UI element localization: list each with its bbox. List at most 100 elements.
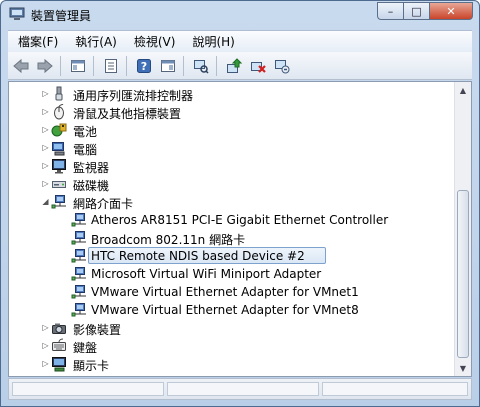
action-pane-button[interactable] xyxy=(157,55,179,77)
battery-icon xyxy=(51,123,67,137)
minimize-button[interactable]: – xyxy=(377,2,403,20)
scan-hardware-icon xyxy=(194,59,209,74)
tree-item-label: 監視器 xyxy=(73,161,110,175)
computer-icon xyxy=(52,142,65,156)
tree-item-device[interactable]: HTC Remote NDIS based Device #2 xyxy=(9,247,449,265)
tree-item-label: Microsoft Virtual WiFi Miniport Adapter xyxy=(91,267,322,281)
toolbar-separator xyxy=(93,55,94,76)
tree-item-category[interactable]: ▷ 鍵盤 xyxy=(9,337,449,355)
tree-item-label: VMware Virtual Ethernet Adapter for VMne… xyxy=(91,303,359,317)
uninstall-button[interactable] xyxy=(247,55,269,77)
tree-item-device[interactable]: Atheros AR8151 PCI-E Gigabit Ethernet Co… xyxy=(9,211,449,229)
keyboard-icon xyxy=(52,338,66,351)
network-adapter-icon xyxy=(51,195,66,209)
toolbar-separator xyxy=(183,55,184,76)
tree-item-label: 顯示卡 xyxy=(73,359,110,373)
update-driver-icon xyxy=(227,57,242,73)
tree-item-device[interactable]: VMware Virtual Ethernet Adapter for VMne… xyxy=(9,283,449,301)
menu-help[interactable]: 說明(H) xyxy=(185,33,241,50)
tree-item-label: 鍵盤 xyxy=(73,341,98,355)
expand-triangle-icon[interactable]: ▷ xyxy=(41,323,50,332)
network-adapter-icon xyxy=(71,231,86,245)
enable-device-icon xyxy=(275,59,290,73)
tree-item-device[interactable]: Broadcom 802.11n 網路卡 xyxy=(9,229,449,247)
device-manager-window: 裝置管理員 – □ ✕ 檔案(F) 執行(A) 檢視(V) 說明(H) ? ▷ … xyxy=(0,0,480,407)
expand-triangle-icon[interactable]: ▷ xyxy=(41,359,50,368)
mouse-icon xyxy=(54,104,64,120)
tree-item-label: HTC Remote NDIS based Device #2 xyxy=(91,249,305,263)
properties-icon xyxy=(105,58,117,73)
tree-item-category[interactable]: ▷ 影像裝置 xyxy=(9,319,449,337)
expand-triangle-icon[interactable]: ▷ xyxy=(41,161,50,170)
tree-item-label: 網路介面卡 xyxy=(73,197,134,211)
scroll-up-arrow[interactable]: ▲ xyxy=(455,82,471,98)
tree-item-label: 通用序列匯流排控制器 xyxy=(73,89,194,103)
tree-item-label: 電腦 xyxy=(73,143,98,157)
enable-device-button[interactable] xyxy=(271,55,293,77)
console-tree-button[interactable] xyxy=(67,55,89,77)
tree-item-label: 電池 xyxy=(73,125,98,139)
tree-item-label: Atheros AR8151 PCI-E Gigabit Ethernet Co… xyxy=(91,213,389,227)
toolbar-separator xyxy=(216,55,217,76)
tree-item-category[interactable]: ▷ 電腦 xyxy=(9,139,449,157)
properties-button[interactable] xyxy=(100,55,122,77)
toolbar: ? xyxy=(8,52,472,80)
forward-button[interactable] xyxy=(34,55,56,77)
help-button[interactable]: ? xyxy=(133,55,155,77)
menu-view[interactable]: 檢視(V) xyxy=(127,33,183,50)
status-pane xyxy=(12,382,164,396)
tree-item-device[interactable]: Microsoft Virtual WiFi Miniport Adapter xyxy=(9,265,449,283)
tree-item-category[interactable]: ▷ 電池 xyxy=(9,121,449,139)
tree-item-label: 磁碟機 xyxy=(73,179,110,193)
tree-item-category[interactable]: ▷ 滑鼠及其他指標裝置 xyxy=(9,103,449,121)
tree-item-label: 滑鼠及其他指標裝置 xyxy=(73,107,182,121)
tree-item-category[interactable]: ▷ 通用序列匯流排控制器 xyxy=(9,85,449,103)
expand-triangle-icon[interactable]: ▷ xyxy=(41,179,50,188)
toolbar-separator xyxy=(60,55,61,76)
back-arrow-icon xyxy=(13,58,29,73)
tree-item-category[interactable]: ◢ 網路介面卡 xyxy=(9,193,449,211)
device-manager-icon xyxy=(9,7,25,20)
monitor-icon xyxy=(52,159,66,174)
help-icon: ? xyxy=(137,58,151,73)
scan-hardware-button[interactable] xyxy=(190,55,212,77)
expand-triangle-icon[interactable]: ▷ xyxy=(41,143,50,152)
close-button[interactable]: ✕ xyxy=(429,2,473,20)
window-title: 裝置管理員 xyxy=(31,9,92,23)
update-driver-button[interactable] xyxy=(223,55,245,77)
menu-file[interactable]: 檔案(F) xyxy=(11,33,65,50)
toolbar-separator xyxy=(126,55,127,76)
network-adapter-icon xyxy=(71,267,86,281)
vertical-scrollbar[interactable]: ▲ ▼ xyxy=(454,82,471,376)
expand-triangle-icon[interactable]: ▷ xyxy=(41,125,50,134)
network-adapter-icon xyxy=(71,285,86,299)
tree-item-category[interactable]: ▷ 監視器 xyxy=(9,157,449,175)
show-hide-console-tree-icon xyxy=(71,59,85,72)
tree-item-label: VMware Virtual Ethernet Adapter for VMne… xyxy=(91,285,359,299)
expand-triangle-icon[interactable]: ▷ xyxy=(41,107,50,116)
tree-item-device[interactable]: VMware Virtual Ethernet Adapter for VMne… xyxy=(9,301,449,319)
show-hide-action-pane-icon xyxy=(161,59,175,72)
menu-action[interactable]: 執行(A) xyxy=(68,33,124,50)
tree-item-label: 影像裝置 xyxy=(73,323,122,337)
disk-drive-icon xyxy=(52,181,66,188)
usb-controller-icon xyxy=(55,86,63,101)
tree-item-category[interactable]: ▷ 顯示卡 xyxy=(9,355,449,373)
uninstall-device-icon xyxy=(251,61,266,73)
expand-triangle-icon[interactable]: ▷ xyxy=(41,341,50,350)
network-adapter-icon xyxy=(71,249,86,263)
network-adapter-icon xyxy=(71,303,86,317)
scroll-down-arrow[interactable]: ▼ xyxy=(455,360,471,376)
status-pane xyxy=(322,382,468,396)
device-tree[interactable]: ▷ 通用序列匯流排控制器 ▷ 滑鼠及其他指標裝置 ▷ 電池 ▷ 電腦 ▷ 監視器 ▷ 磁碟機 ◢ 網路介面… xyxy=(8,81,472,377)
collapse-triangle-icon[interactable]: ◢ xyxy=(41,197,50,206)
title-bar[interactable]: 裝置管理員 – □ ✕ xyxy=(1,1,479,29)
expand-triangle-icon[interactable]: ▷ xyxy=(41,89,50,98)
tree-item-label: Broadcom 802.11n 網路卡 xyxy=(91,233,246,247)
scroll-thumb[interactable] xyxy=(457,190,469,358)
back-button[interactable] xyxy=(10,55,32,77)
maximize-button[interactable]: □ xyxy=(403,2,429,20)
forward-arrow-icon xyxy=(37,58,53,73)
tree-item-category[interactable]: ▷ 磁碟機 xyxy=(9,175,449,193)
svg-text:?: ? xyxy=(141,60,147,73)
